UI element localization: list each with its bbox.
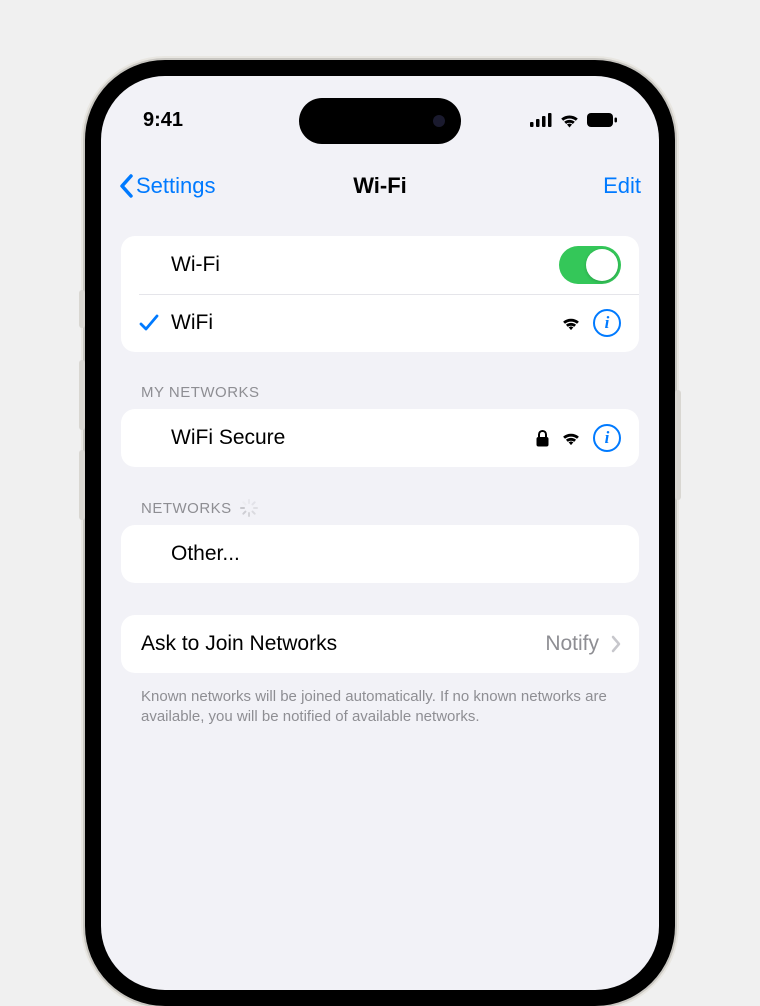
wifi-toggle[interactable] (559, 246, 621, 284)
networks-group: Other... (121, 525, 639, 583)
wifi-signal-icon (561, 316, 581, 331)
wifi-toggle-label: Wi-Fi (171, 253, 559, 277)
phone-frame: 9:41 (85, 60, 675, 1006)
status-indicators (530, 113, 617, 128)
wifi-status-icon (559, 113, 580, 128)
wifi-toggle-row: Wi-Fi (121, 236, 639, 294)
my-networks-header: MY NETWORKS (121, 384, 639, 409)
ask-to-join-row[interactable]: Ask to Join Networks Notify (121, 615, 639, 673)
ask-to-join-footer: Known networks will be joined automatica… (121, 679, 639, 728)
edit-button[interactable]: Edit (603, 173, 641, 199)
side-button-silent (79, 290, 85, 328)
ask-to-join-group: Ask to Join Networks Notify (121, 615, 639, 673)
screen: 9:41 (101, 76, 659, 990)
networks-header: NETWORKS (121, 499, 639, 525)
content: Wi-Fi WiFi (101, 236, 659, 728)
dynamic-island (299, 98, 461, 144)
info-icon[interactable]: i (593, 309, 621, 337)
info-icon[interactable]: i (593, 424, 621, 452)
ask-to-join-label: Ask to Join Networks (141, 632, 545, 656)
battery-icon (587, 113, 617, 127)
back-button[interactable]: Settings (119, 173, 216, 199)
cellular-icon (530, 113, 552, 127)
wifi-signal-icon (561, 431, 581, 446)
connected-network-name: WiFi (171, 311, 561, 335)
connected-network-row[interactable]: WiFi i (121, 294, 639, 352)
status-time: 9:41 (143, 109, 183, 132)
side-button-volume-down (79, 450, 85, 520)
wifi-main-group: Wi-Fi WiFi (121, 236, 639, 352)
nav-bar: Settings Wi-Fi Edit (101, 161, 659, 211)
other-network-row[interactable]: Other... (121, 525, 639, 583)
spinner-icon (240, 499, 258, 517)
camera-dot (433, 115, 445, 127)
network-name: WiFi Secure (171, 426, 536, 450)
other-label: Other... (171, 542, 621, 566)
checkmark-icon (139, 314, 159, 332)
back-label: Settings (136, 173, 216, 199)
my-networks-group: WiFi Secure i (121, 409, 639, 467)
chevron-left-icon (119, 174, 134, 198)
side-button-volume-up (79, 360, 85, 430)
page-title: Wi-Fi (353, 173, 407, 199)
ask-to-join-value: Notify (545, 632, 599, 656)
chevron-right-icon (611, 635, 621, 653)
lock-icon (536, 430, 549, 447)
side-button-power (675, 390, 681, 500)
network-row[interactable]: WiFi Secure i (121, 409, 639, 467)
